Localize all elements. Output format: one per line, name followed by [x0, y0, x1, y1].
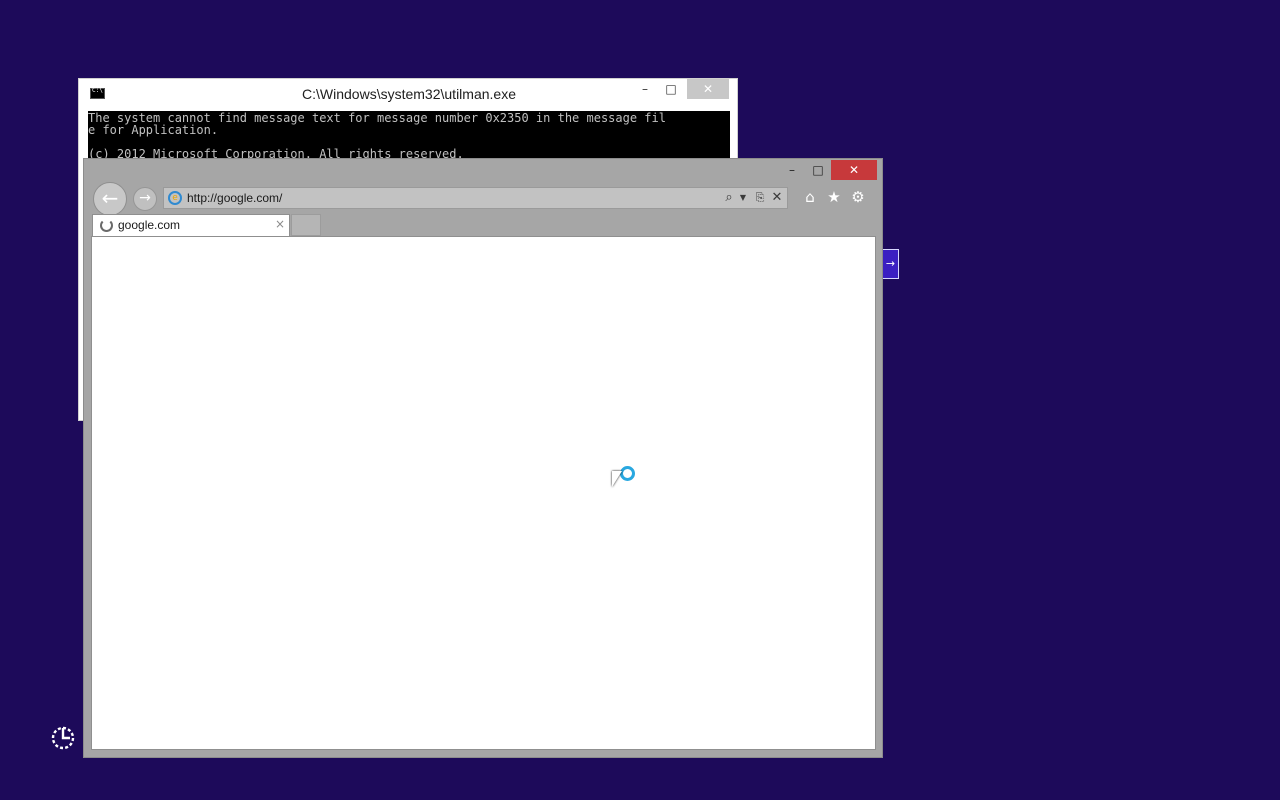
back-button[interactable]: ← [93, 182, 127, 216]
forward-arrow-icon: → [139, 190, 151, 206]
compatibility-view-icon[interactable]: ⎘ [754, 189, 766, 207]
browser-maximize-button[interactable]: □ [806, 160, 830, 180]
ie-page-icon: e [168, 191, 182, 205]
desktop: C:\Windows\system32\utilman.exe – □ ✕ Th… [0, 0, 1280, 800]
loading-icon [100, 219, 113, 232]
arrow-right-icon: → [885, 257, 896, 270]
stop-icon[interactable]: ✕ [770, 189, 784, 207]
search-icon[interactable]: ⌕ [722, 189, 736, 207]
console-minimize-button[interactable]: – [633, 79, 657, 99]
close-icon[interactable]: × [275, 217, 285, 231]
gear-icon[interactable]: ⚙ [848, 187, 868, 207]
back-arrow-icon: ← [101, 186, 119, 210]
mouse-cursor-icon [612, 471, 622, 487]
page-content[interactable] [91, 236, 876, 750]
forward-button[interactable]: → [133, 187, 157, 211]
browser-close-button[interactable]: ✕ [831, 160, 877, 180]
chevron-down-icon[interactable]: ▼ [738, 189, 748, 207]
home-icon[interactable]: ⌂ [800, 187, 820, 207]
console-close-button[interactable]: ✕ [687, 79, 729, 99]
busy-spinner-icon [620, 466, 635, 481]
console-maximize-button[interactable]: □ [659, 79, 683, 99]
tab-title: google.com [118, 218, 181, 232]
side-arrow-button[interactable]: → [883, 249, 899, 279]
browser-minimize-button[interactable]: – [780, 160, 804, 180]
console-titlebar[interactable]: C:\Windows\system32\utilman.exe – □ ✕ [79, 79, 737, 111]
new-tab-button[interactable] [291, 214, 321, 236]
browser-window[interactable]: – □ ✕ ← → e ⌕ ▼ ⎘ ✕ ⌂ ★ ⚙ google.com × [83, 158, 883, 758]
tab-google[interactable]: google.com × [92, 214, 290, 236]
ease-of-access-icon[interactable] [50, 725, 76, 751]
favorites-star-icon[interactable]: ★ [824, 187, 844, 207]
address-input[interactable] [187, 190, 707, 206]
address-bar[interactable]: e ⌕ ▼ ⎘ ✕ [163, 187, 788, 209]
